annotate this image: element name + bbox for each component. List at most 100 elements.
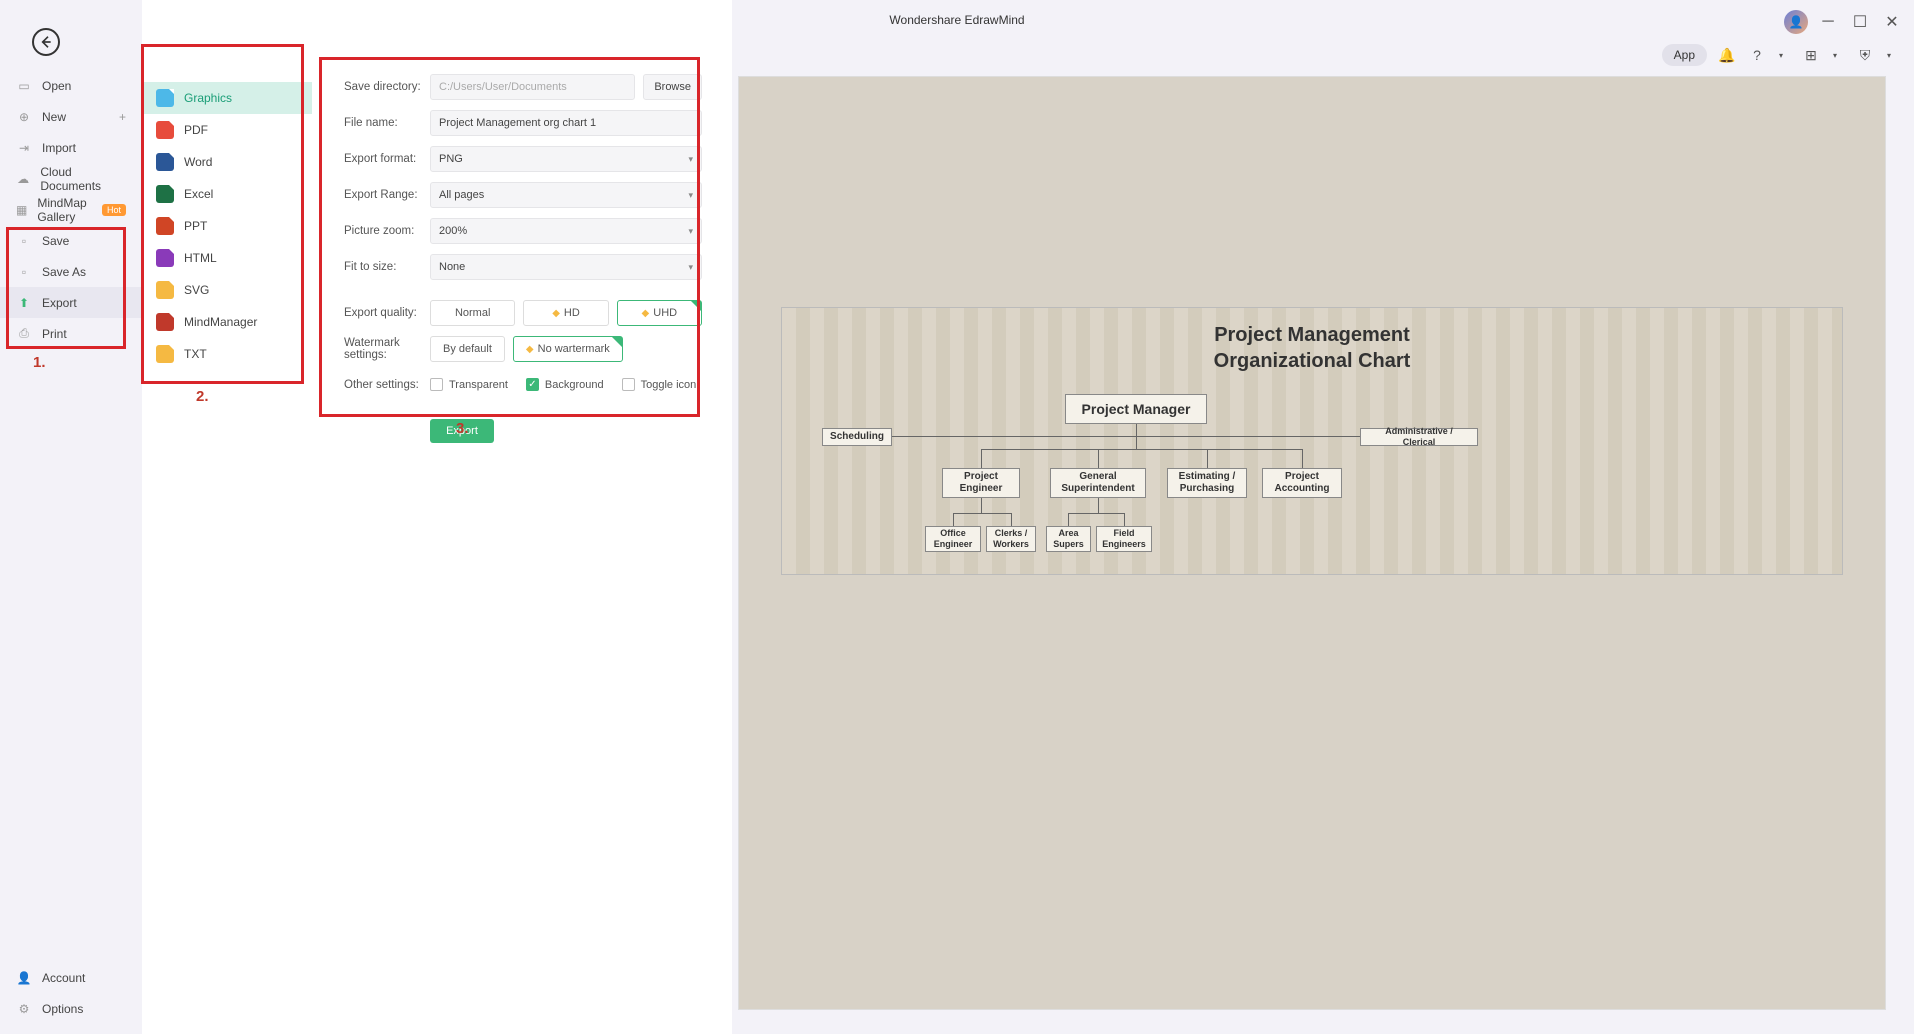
org-line	[981, 449, 1302, 450]
sidebar-item-options[interactable]: ⚙ Options	[0, 993, 142, 1024]
plus-icon[interactable]: +	[119, 110, 126, 124]
sidebar-item-save[interactable]: ▫ Save	[0, 225, 142, 256]
setting-label: File name:	[344, 117, 430, 129]
quality-buttons: Normal ◆HD ◆UHD	[430, 300, 702, 326]
export-type-label: MindManager	[184, 315, 257, 329]
checkbox-transparent[interactable]: Transparent	[430, 378, 508, 391]
ppt-icon	[156, 217, 174, 235]
format-select[interactable]: PNG▾	[430, 146, 702, 172]
checkbox-background[interactable]: Background	[526, 378, 604, 391]
gear-icon: ⚙	[16, 1001, 32, 1017]
sidebar-label: Account	[42, 971, 85, 985]
export-type-label: Word	[184, 155, 212, 169]
sidebar-label: New	[42, 110, 66, 124]
org-line	[1068, 513, 1124, 514]
apps-icon[interactable]: ⊞	[1801, 45, 1821, 65]
export-type-ppt[interactable]: PPT	[142, 210, 312, 242]
sidebar-item-new[interactable]: ⊕ New +	[0, 101, 142, 132]
export-type-html[interactable]: HTML	[142, 242, 312, 274]
quality-hd-button[interactable]: ◆HD	[523, 300, 608, 326]
org-line	[953, 513, 954, 526]
help-caret-icon[interactable]: ▾	[1771, 45, 1791, 65]
back-button[interactable]	[32, 28, 60, 56]
sidebar-item-saveas[interactable]: ▫ Save As	[0, 256, 142, 287]
setting-other: Other settings: Transparent Background T…	[344, 378, 702, 391]
export-type-label: PPT	[184, 219, 207, 233]
node-scheduling: Scheduling	[822, 428, 892, 446]
watermark-default-button[interactable]: By default	[430, 336, 505, 362]
sidebar-item-import[interactable]: ⇥ Import	[0, 132, 142, 163]
app-title: Wondershare EdrawMind	[889, 13, 1024, 27]
minimize-button[interactable]: ─	[1816, 10, 1840, 34]
org-line	[1124, 513, 1125, 526]
org-line	[1098, 498, 1099, 513]
export-type-excel[interactable]: Excel	[142, 178, 312, 210]
browse-button[interactable]: Browse	[643, 74, 702, 100]
setting-label: Export quality:	[344, 307, 430, 319]
fit-select[interactable]: None▾	[430, 254, 702, 280]
export-type-word[interactable]: Word	[142, 146, 312, 178]
export-type-label: PDF	[184, 123, 208, 137]
app-badge[interactable]: App	[1662, 44, 1707, 66]
bell-icon[interactable]: 🔔	[1717, 45, 1737, 65]
quality-normal-button[interactable]: Normal	[430, 300, 515, 326]
export-type-svg[interactable]: SVG	[142, 274, 312, 306]
sidebar-item-gallery[interactable]: ▦ MindMap Gallery Hot	[0, 194, 142, 225]
sidebar-item-open[interactable]: ▭ Open	[0, 70, 142, 101]
sidebar-label: Save	[42, 234, 69, 248]
sidebar-item-account[interactable]: 👤 Account	[0, 962, 142, 993]
watermark-buttons: By default ◆No wartermark	[430, 336, 623, 362]
org-line	[1098, 449, 1099, 468]
setting-filename: File name: Project Management org chart …	[344, 110, 702, 136]
graphics-icon	[156, 89, 174, 107]
checkbox-icon	[622, 378, 635, 391]
setting-label: Export Range:	[344, 189, 430, 201]
export-type-graphics[interactable]: Graphics	[142, 82, 312, 114]
excel-icon	[156, 185, 174, 203]
quality-uhd-button[interactable]: ◆UHD	[617, 300, 702, 326]
svg-icon	[156, 281, 174, 299]
shield-caret-icon[interactable]: ▾	[1879, 45, 1899, 65]
filename-input[interactable]: Project Management org chart 1	[430, 110, 702, 136]
import-icon: ⇥	[16, 140, 32, 156]
directory-input[interactable]: C:/Users/User/Documents	[430, 74, 635, 100]
word-icon	[156, 153, 174, 171]
chevron-down-icon: ▾	[688, 226, 693, 237]
sidebar-label: MindMap Gallery	[37, 196, 90, 224]
sidebar-item-export[interactable]: ⬆ Export	[0, 287, 142, 318]
avatar[interactable]: 👤	[1784, 10, 1808, 34]
zoom-select[interactable]: 200%▾	[430, 218, 702, 244]
toolbar-right: App 🔔 ? ▾ ⊞ ▾ ⛨ ▾	[1662, 44, 1899, 66]
checkbox-toggle[interactable]: Toggle icon	[622, 378, 697, 391]
help-icon[interactable]: ?	[1747, 45, 1767, 65]
export-type-mindmanager[interactable]: MindManager	[142, 306, 312, 338]
shield-icon[interactable]: ⛨	[1855, 45, 1875, 65]
save-icon: ▫	[16, 233, 32, 249]
node-admin: Administrative / Clerical	[1360, 428, 1478, 446]
pdf-icon	[156, 121, 174, 139]
org-line	[981, 498, 982, 513]
setting-format: Export format: PNG▾	[344, 146, 702, 172]
sidebar-item-print[interactable]: ⎙ Print	[0, 318, 142, 349]
annotation-label-3: 3.	[456, 420, 469, 437]
node-estimating: Estimating / Purchasing	[1167, 468, 1247, 498]
range-select[interactable]: All pages▾	[430, 182, 702, 208]
maximize-button[interactable]: ☐	[1848, 10, 1872, 34]
hot-badge: Hot	[102, 204, 126, 216]
export-type-pdf[interactable]: PDF	[142, 114, 312, 146]
close-button[interactable]: ✕	[1880, 10, 1904, 34]
settings-panel: Save directory: C:/Users/User/Documents …	[312, 0, 732, 1034]
watermark-none-button[interactable]: ◆No wartermark	[513, 336, 623, 362]
account-icon: 👤	[16, 970, 32, 986]
export-icon: ⬆	[16, 295, 32, 311]
annotation-label-1: 1.	[33, 354, 46, 371]
sidebar-item-cloud[interactable]: ☁ Cloud Documents	[0, 163, 142, 194]
export-type-label: HTML	[184, 251, 217, 265]
folder-icon: ▭	[16, 78, 32, 94]
apps-caret-icon[interactable]: ▾	[1825, 45, 1845, 65]
node-accounting: Project Accounting	[1262, 468, 1342, 498]
annotation-label-2: 2.	[196, 388, 209, 405]
node-area-supers: Area Supers	[1046, 526, 1091, 552]
setting-range: Export Range: All pages▾	[344, 182, 702, 208]
export-type-txt[interactable]: TXT	[142, 338, 312, 370]
